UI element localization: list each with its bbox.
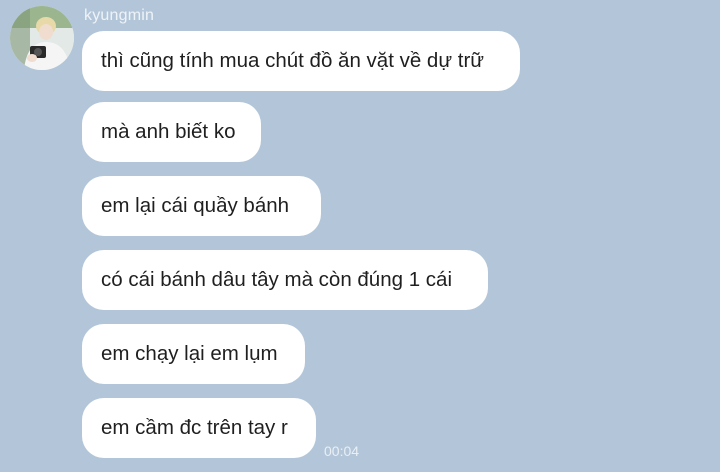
message-bubble[interactable]: em lại cái quầy bánh [82, 176, 321, 236]
message-bubble[interactable]: thì cũng tính mua chút đồ ăn vặt về dự t… [82, 31, 520, 91]
chat-view: kyungmin thì cũng tính mua chút đồ ăn vặ… [0, 0, 720, 472]
sender-name: kyungmin [84, 7, 155, 24]
message-bubble[interactable]: em chạy lại em lụm [82, 324, 305, 384]
sender-avatar[interactable] [10, 6, 74, 70]
message-bubble[interactable]: mà anh biết ko [82, 102, 261, 162]
message-bubble[interactable]: có cái bánh dâu tây mà còn đúng 1 cái [82, 250, 488, 310]
message-timestamp: 00:04 [324, 443, 360, 459]
avatar-photo-icon [10, 6, 74, 70]
message-bubble[interactable]: em cầm đc trên tay r [82, 398, 316, 458]
